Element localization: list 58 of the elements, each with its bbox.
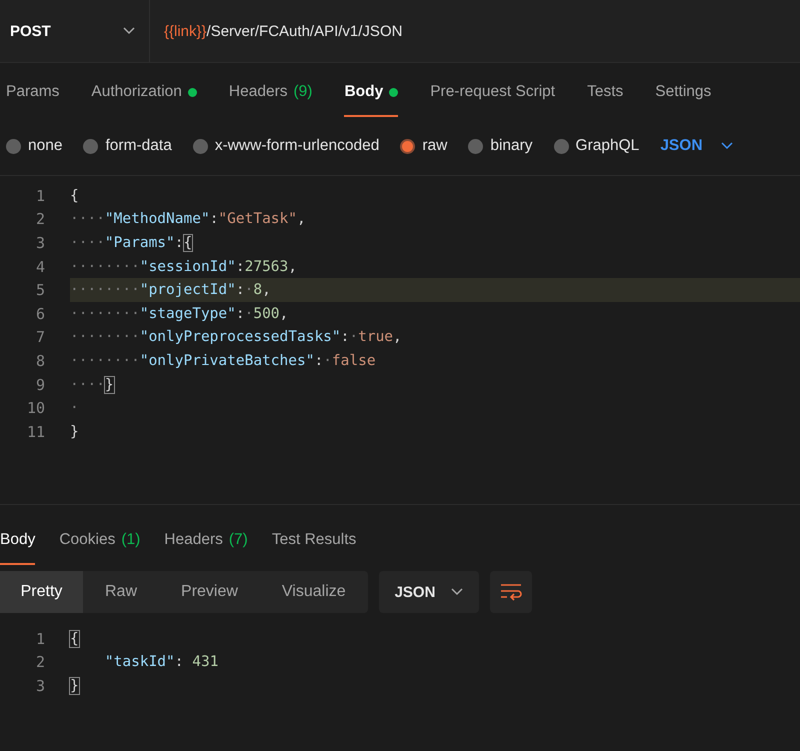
body-type-radio[interactable]: GraphQL: [554, 137, 640, 155]
line-number: 5: [34, 281, 46, 300]
response-tab[interactable]: Body: [0, 517, 36, 565]
view-mode-button[interactable]: Raw: [83, 571, 160, 613]
request-tab[interactable]: Pre-request Script: [430, 69, 556, 117]
line-number: 9: [34, 376, 46, 394]
code-line: ········"onlyPreprocessedTasks":·true,: [70, 329, 402, 346]
body-type-radio[interactable]: x-www-form-urlencoded: [192, 137, 380, 155]
code-line: }: [70, 424, 79, 440]
view-mode-button[interactable]: Visualize: [260, 571, 368, 613]
code-line: ········"stageType":·500,: [70, 306, 288, 322]
code-line: ········"onlyPrivateBatches":·false: [70, 352, 376, 369]
code-line: {: [70, 630, 79, 647]
view-mode-button[interactable]: Pretty: [0, 571, 83, 613]
line-number: 7: [34, 328, 46, 346]
line-number: 1: [34, 186, 46, 205]
line-number: 10: [26, 399, 46, 418]
format-dropdown[interactable]: JSON: [379, 571, 479, 613]
body-type-radio[interactable]: none: [6, 137, 62, 155]
code-line: ········"sessionId":27563,: [70, 258, 297, 275]
language-dropdown[interactable]: JSON: [660, 137, 733, 155]
chevron-down-icon: [720, 142, 733, 150]
code-line: "taskId": 431: [104, 654, 218, 670]
code-line: ····"MethodName":"GetTask",: [70, 211, 306, 228]
line-number: 3: [34, 234, 46, 252]
code-line: }: [70, 678, 79, 694]
code-line: ····"Params":{: [70, 234, 192, 251]
method-dropdown[interactable]: POST: [0, 0, 150, 62]
request-tab[interactable]: Params: [6, 69, 60, 117]
line-number: 11: [26, 422, 46, 441]
request-tab[interactable]: Settings: [655, 69, 712, 117]
line-number: 1: [34, 630, 46, 648]
wrap-lines-icon: [500, 583, 522, 601]
code-line: ·: [70, 400, 79, 416]
body-type-radio[interactable]: form-data: [83, 137, 172, 155]
chevron-down-icon: [123, 27, 135, 35]
request-tab[interactable]: Headers (9): [228, 69, 312, 117]
response-tab[interactable]: Cookies (1): [59, 517, 140, 565]
url-field[interactable]: {{link}}/Server/FCAuth/API/v1/JSON: [150, 0, 800, 62]
code-line: {: [70, 188, 79, 204]
response-tab[interactable]: Headers (7): [164, 517, 248, 565]
body-type-radio[interactable]: binary: [468, 137, 533, 155]
view-mode-button[interactable]: Preview: [159, 571, 260, 613]
line-number: 4: [34, 258, 46, 276]
request-tab[interactable]: Body: [344, 69, 398, 117]
line-number: 3: [34, 676, 46, 695]
wrap-button[interactable]: [490, 571, 532, 613]
chevron-down-icon: [451, 588, 464, 596]
code-line: ········"projectId":·8,: [70, 282, 271, 298]
request-tab[interactable]: Tests: [587, 69, 624, 117]
response-tab[interactable]: Test Results: [272, 517, 356, 565]
body-type-radio[interactable]: raw: [400, 137, 448, 155]
line-number: 6: [34, 304, 46, 323]
line-number: 2: [34, 210, 46, 228]
line-number: 2: [34, 653, 46, 672]
line-number: 8: [34, 352, 46, 370]
code-line: ····}: [70, 376, 114, 393]
request-tab[interactable]: Authorization: [91, 69, 197, 117]
